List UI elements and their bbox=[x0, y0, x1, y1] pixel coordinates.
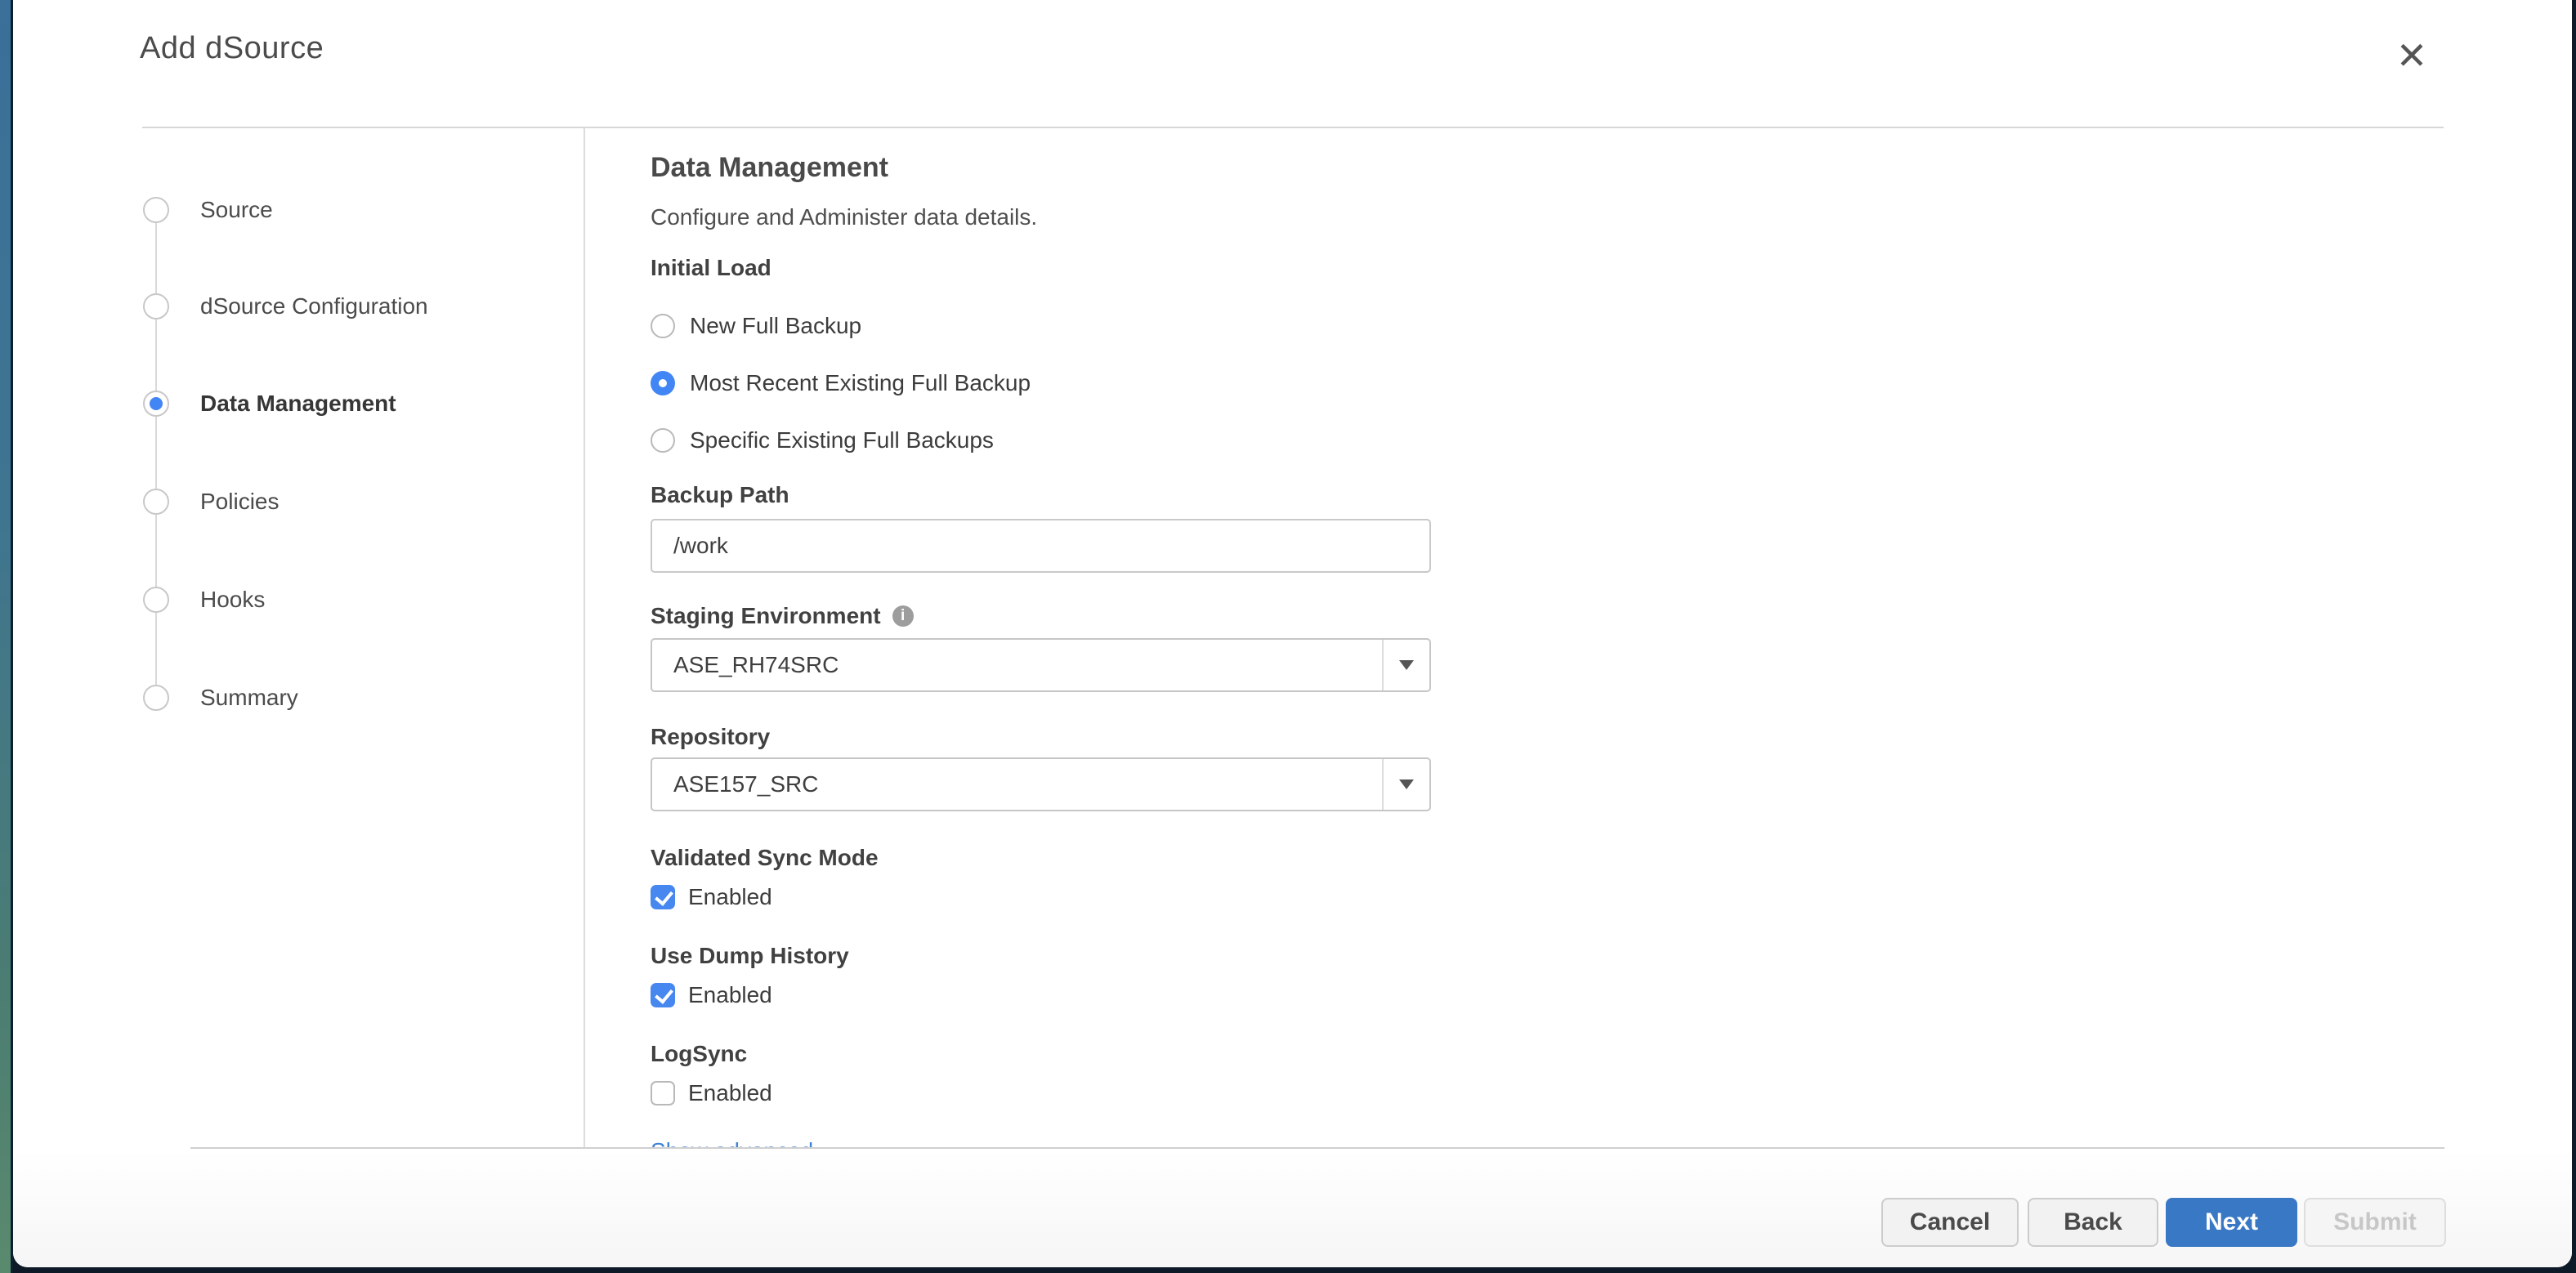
backup-path-label: Backup Path bbox=[651, 481, 2444, 509]
wizard-step-label: Data Management bbox=[200, 391, 396, 417]
wizard-step-label: Policies bbox=[200, 489, 279, 515]
caret-down-icon bbox=[1399, 660, 1414, 670]
wizard-step-label: Source bbox=[200, 197, 273, 223]
wizard-step-label: Summary bbox=[200, 685, 298, 711]
use-dump-history-label: Use Dump History bbox=[651, 942, 2444, 970]
step-circle-icon bbox=[143, 489, 169, 515]
validated-sync-mode-label: Validated Sync Mode bbox=[651, 844, 2444, 872]
repository-value: ASE157_SRC bbox=[652, 771, 818, 797]
show-advanced-link[interactable]: Show advanced bbox=[651, 1137, 813, 1147]
repository-dropdown[interactable]: ASE157_SRC bbox=[651, 757, 1431, 811]
modal-footer: Cancel Back Next Submit bbox=[13, 1149, 2572, 1267]
initial-load-label: Initial Load bbox=[651, 254, 2444, 282]
dropdown-caret-button[interactable] bbox=[1382, 759, 1429, 810]
panel-heading: Data Management bbox=[651, 151, 2444, 184]
wizard-step-policies[interactable]: Policies bbox=[143, 487, 279, 516]
wizard-step-label: Hooks bbox=[200, 587, 265, 613]
caret-down-icon bbox=[1399, 779, 1414, 789]
cancel-button[interactable]: Cancel bbox=[1881, 1198, 2019, 1247]
backup-path-input[interactable] bbox=[651, 519, 1431, 573]
staging-environment-dropdown[interactable]: ASE_RH74SRC bbox=[651, 638, 1431, 692]
repository-label: Repository bbox=[651, 723, 2444, 751]
info-icon[interactable]: i bbox=[892, 605, 914, 627]
page: Add dSource ✕ Source dSource Configurati… bbox=[0, 0, 2576, 1273]
step-circle-active-icon bbox=[143, 391, 169, 417]
use-dump-history-checkbox-row[interactable]: Enabled bbox=[651, 981, 772, 1009]
radio-unselected-icon bbox=[651, 314, 675, 338]
wizard-step-data-management[interactable]: Data Management bbox=[143, 389, 396, 418]
staging-environment-label-text: Staging Environment bbox=[651, 602, 881, 630]
radio-specific-existing-full-backups[interactable]: Specific Existing Full Backups bbox=[651, 426, 994, 455]
wizard-step-source[interactable]: Source bbox=[143, 195, 273, 225]
footer-divider bbox=[190, 1147, 2444, 1149]
close-icon: ✕ bbox=[2396, 37, 2428, 74]
validated-sync-mode-checkbox-row[interactable]: Enabled bbox=[651, 883, 772, 911]
back-button[interactable]: Back bbox=[2028, 1198, 2158, 1247]
checkbox-label: Enabled bbox=[688, 1080, 772, 1106]
step-circle-icon bbox=[143, 197, 169, 223]
close-button[interactable]: ✕ bbox=[2389, 33, 2435, 78]
submit-button: Submit bbox=[2304, 1198, 2446, 1247]
checkbox-unchecked-icon bbox=[651, 1081, 675, 1106]
radio-new-full-backup[interactable]: New Full Backup bbox=[651, 311, 861, 341]
radio-most-recent-existing-full-backup[interactable]: Most Recent Existing Full Backup bbox=[651, 368, 1031, 398]
step-circle-icon bbox=[143, 685, 169, 711]
wizard-step-dsource-configuration[interactable]: dSource Configuration bbox=[143, 292, 428, 321]
checkbox-label: Enabled bbox=[688, 982, 772, 1008]
checkbox-label: Enabled bbox=[688, 884, 772, 910]
add-dsource-modal: Add dSource ✕ Source dSource Configurati… bbox=[13, 0, 2572, 1267]
panel-subheading: Configure and Administer data details. bbox=[651, 203, 2444, 231]
wizard-connector-line bbox=[155, 210, 157, 698]
data-management-panel: Data Management Configure and Administer… bbox=[585, 128, 2444, 1147]
radio-label: New Full Backup bbox=[690, 313, 861, 339]
radio-label: Specific Existing Full Backups bbox=[690, 427, 994, 453]
dropdown-caret-button[interactable] bbox=[1382, 640, 1429, 690]
checkbox-checked-icon bbox=[651, 885, 675, 909]
next-button[interactable]: Next bbox=[2166, 1198, 2297, 1247]
logsync-label: LogSync bbox=[651, 1040, 2444, 1068]
staging-environment-label: Staging Environment i bbox=[651, 602, 2444, 630]
wizard-step-label: dSource Configuration bbox=[200, 293, 428, 319]
radio-selected-icon bbox=[651, 371, 675, 395]
step-circle-icon bbox=[143, 587, 169, 613]
radio-unselected-icon bbox=[651, 428, 675, 453]
wizard-step-hooks[interactable]: Hooks bbox=[143, 585, 265, 614]
logsync-checkbox-row[interactable]: Enabled bbox=[651, 1079, 772, 1107]
checkbox-checked-icon bbox=[651, 983, 675, 1007]
radio-label: Most Recent Existing Full Backup bbox=[690, 370, 1031, 396]
step-circle-icon bbox=[143, 293, 169, 319]
staging-environment-value: ASE_RH74SRC bbox=[652, 652, 839, 678]
wizard-step-summary[interactable]: Summary bbox=[143, 683, 298, 712]
background-app-edge bbox=[0, 0, 11, 1273]
modal-title: Add dSource bbox=[140, 31, 324, 66]
